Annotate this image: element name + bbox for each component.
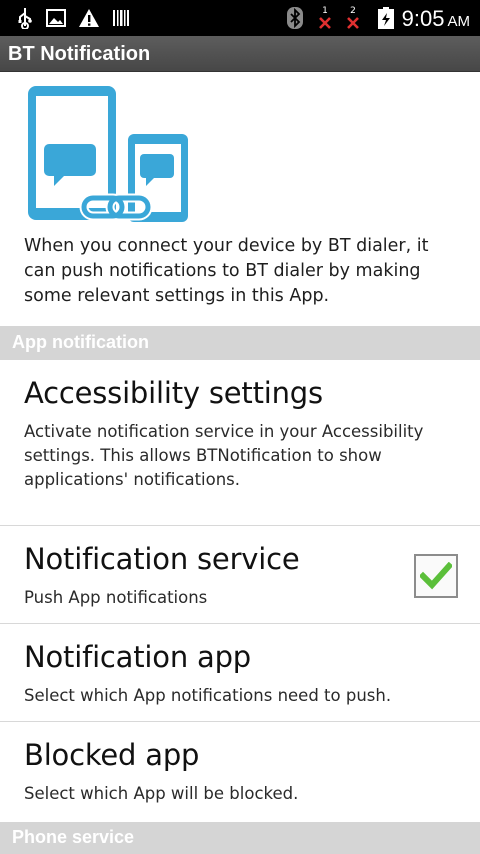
- phone-link-icon: [24, 82, 192, 226]
- sim1-no-signal-icon: 1: [314, 0, 336, 36]
- pref-blocked-app[interactable]: Blocked app Select which App will be blo…: [0, 722, 480, 820]
- clock: 9:05 AM: [402, 0, 470, 36]
- section-header-app-notification: App notification: [0, 326, 480, 360]
- pref-summary: Select which App will be blocked.: [24, 784, 299, 803]
- pref-accessibility-settings[interactable]: Accessibility settings Activate notifica…: [0, 360, 480, 526]
- intro-description: When you connect your device by BT diale…: [24, 236, 429, 306]
- title-bar: BT Notification: [0, 36, 480, 72]
- pref-summary: Select which App notifications need to p…: [24, 686, 392, 705]
- pref-title: Notification service: [24, 542, 300, 576]
- status-bar: 1 2 9:05 AM: [0, 0, 480, 36]
- clock-time: 9:05: [401, 6, 445, 31]
- image-notification-icon: [44, 0, 68, 36]
- pref-title: Accessibility settings: [24, 376, 323, 410]
- section-title: Phone service: [12, 827, 135, 847]
- pref-title: Blocked app: [24, 738, 200, 772]
- sim2-no-signal-icon: 2: [342, 0, 364, 36]
- pref-summary: Activate notification service in your Ac…: [24, 422, 424, 489]
- section-header-phone-service: Phone service: [0, 822, 480, 854]
- notification-service-checkbox[interactable]: [414, 554, 458, 598]
- pref-summary: Push App notifications: [24, 588, 208, 607]
- battery-icon: [374, 0, 398, 36]
- clock-ampm: AM: [447, 13, 471, 30]
- section-title: App notification: [12, 332, 149, 352]
- page-title: BT Notification: [8, 43, 151, 65]
- pref-notification-app[interactable]: Notification app Select which App notifi…: [0, 624, 480, 722]
- bluetooth-icon: [284, 0, 306, 36]
- pref-title: Notification app: [24, 640, 252, 674]
- warning-icon: [76, 0, 102, 36]
- barcode-icon: [110, 0, 132, 36]
- checkmark-icon: [420, 562, 452, 590]
- usb-icon: [14, 0, 36, 36]
- pref-notification-service[interactable]: Notification service Push App notificati…: [0, 526, 480, 624]
